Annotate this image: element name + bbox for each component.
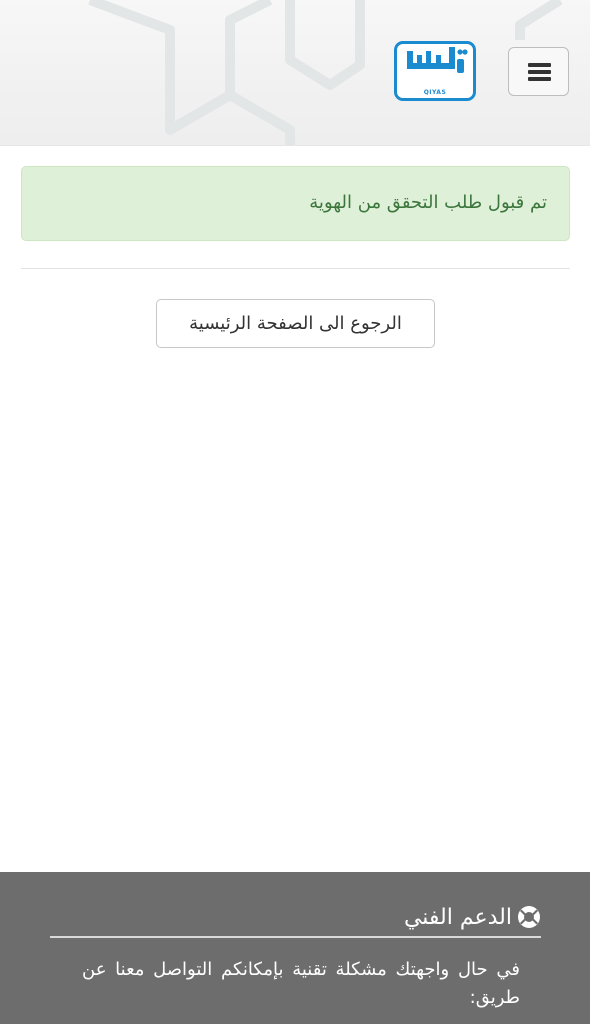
qiyas-logo-icon <box>407 47 468 73</box>
content-divider <box>21 268 570 269</box>
qiyas-logo[interactable]: QIYAS <box>394 41 476 101</box>
support-title-underline <box>50 936 541 938</box>
header-background-pattern <box>88 0 563 145</box>
support-title: الدعم الفني <box>403 904 512 930</box>
lifebuoy-icon <box>518 906 540 928</box>
alert-message: تم قبول طلب التحقق من الهوية <box>309 192 547 213</box>
support-heading: الدعم الفني <box>404 904 542 930</box>
back-to-home-button[interactable]: الرجوع الى الصفحة الرئيسية <box>156 299 435 348</box>
menu-button[interactable] <box>508 47 569 96</box>
site-header: QIYAS <box>0 0 590 146</box>
logo-wordmark: QIYAS <box>423 89 447 96</box>
success-alert: تم قبول طلب التحقق من الهوية <box>21 166 570 241</box>
support-description: في حال واجهتك مشكلة تقنية بإمكانكم التوا… <box>82 959 520 1008</box>
